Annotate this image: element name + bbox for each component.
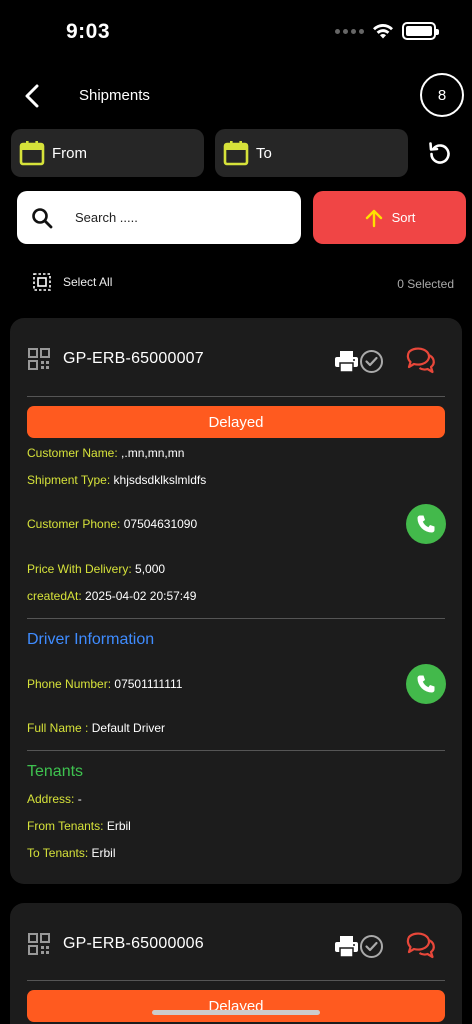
back-button[interactable] <box>18 82 46 110</box>
customer-phone-key: Customer Phone: <box>27 517 121 531</box>
created-at-row: createdAt: 2025-04-02 20:57:49 <box>27 589 196 603</box>
shipment-card[interactable]: GP-ERB-65000007 Delayed Customer Name: ,… <box>10 318 462 884</box>
arrow-up-icon <box>365 209 382 227</box>
status-time: 9:03 <box>66 20 111 43</box>
driver-name-key: Full Name : <box>27 721 89 735</box>
driver-phone-key: Phone Number: <box>27 677 112 691</box>
print-icon[interactable] <box>334 349 359 374</box>
search-icon <box>32 207 53 228</box>
divider <box>27 396 445 397</box>
shipment-code: GP-ERB-65000006 <box>63 935 204 952</box>
created-at-key: createdAt: <box>27 589 82 603</box>
to-date-label: To <box>256 144 272 162</box>
cellular-dots-icon <box>335 28 364 34</box>
sort-label: Sort <box>391 210 416 225</box>
status-bar: 9:03 <box>0 0 472 64</box>
phone-icon <box>417 675 435 693</box>
check-circle-icon[interactable] <box>359 349 384 374</box>
select-all-icon <box>33 273 51 291</box>
price-value: 5,000 <box>135 562 166 576</box>
qr-code-icon[interactable] <box>28 933 50 955</box>
from-tenants-row: From Tenants: Erbil <box>27 819 131 833</box>
to-tenants-key: To Tenants: <box>27 846 89 860</box>
shipment-actions <box>334 347 436 375</box>
from-tenants-key: From Tenants: <box>27 819 104 833</box>
call-customer-button[interactable] <box>406 504 446 544</box>
phone-icon <box>417 515 435 533</box>
nav-bar: Shipments 8 <box>0 70 472 124</box>
status-badge: Delayed <box>27 406 445 438</box>
shipment-code: GP-ERB-65000007 <box>63 350 204 367</box>
from-tenants-value: Erbil <box>106 819 131 833</box>
select-all-button[interactable]: Select All <box>33 273 112 291</box>
driver-name-row: Full Name : Default Driver <box>27 721 165 735</box>
selected-count: 0 Selected <box>397 277 454 291</box>
address-key: Address: <box>27 792 75 806</box>
shipment-actions <box>334 932 436 960</box>
select-all-label: Select All <box>63 275 113 289</box>
driver-phone-row: Phone Number: 07501111111 <box>27 677 182 691</box>
driver-phone-value: 07501111111 <box>114 677 183 691</box>
shipment-type-value: khjsdsdklkslmldfs <box>113 473 207 487</box>
page-title: Shipments <box>79 87 150 104</box>
search-box[interactable] <box>17 191 301 244</box>
sort-button[interactable]: Sort <box>313 191 466 244</box>
shipment-type-key: Shipment Type: <box>27 473 111 487</box>
price-key: Price With Delivery: <box>27 562 132 576</box>
customer-name-key: Customer Name: <box>27 446 118 460</box>
shipment-card[interactable]: GP-ERB-65000006 Delayed <box>10 903 462 1024</box>
search-input[interactable] <box>75 210 255 225</box>
wifi-icon <box>373 23 393 39</box>
divider <box>27 618 445 619</box>
customer-phone-row: Customer Phone: 07504631090 <box>27 517 197 531</box>
shipment-header: GP-ERB-65000007 <box>28 348 204 370</box>
refresh-icon <box>429 142 450 164</box>
divider <box>27 750 445 751</box>
from-date-label: From <box>52 144 87 162</box>
print-icon[interactable] <box>334 934 359 959</box>
to-date-button[interactable]: To <box>215 129 408 177</box>
to-tenants-value: Erbil <box>91 846 116 860</box>
refresh-button[interactable] <box>424 137 456 169</box>
customer-phone-value: 07504631090 <box>123 517 198 531</box>
address-value: - <box>77 792 82 806</box>
price-row: Price With Delivery: 5,000 <box>27 562 165 576</box>
qr-code-icon[interactable] <box>28 348 50 370</box>
to-tenants-row: To Tenants: Erbil <box>27 846 116 860</box>
customer-name-value: ,.mn,mn,mn <box>121 446 185 460</box>
tenants-section-title: Tenants <box>27 763 84 780</box>
status-badge: Delayed <box>27 990 445 1022</box>
calendar-icon <box>19 141 45 166</box>
divider <box>27 980 445 981</box>
selection-row: Select All 0 Selected <box>0 271 472 295</box>
shipment-count-badge[interactable]: 8 <box>420 73 464 117</box>
home-indicator[interactable] <box>152 1010 320 1015</box>
call-driver-button[interactable] <box>406 664 446 704</box>
driver-name-value: Default Driver <box>91 721 166 735</box>
chevron-left-icon <box>25 84 39 108</box>
address-row: Address: - <box>27 792 82 806</box>
shipment-type-row: Shipment Type: khjsdsdklkslmldfs <box>27 473 206 487</box>
status-icons <box>335 22 439 40</box>
check-circle-icon[interactable] <box>359 934 384 959</box>
shipment-header: GP-ERB-65000006 <box>28 933 204 955</box>
chat-icon[interactable] <box>406 347 436 375</box>
battery-icon <box>402 22 439 40</box>
customer-name-row: Customer Name: ,.mn,mn,mn <box>27 446 184 460</box>
created-at-value: 2025-04-02 20:57:49 <box>85 589 197 603</box>
from-date-button[interactable]: From <box>11 129 204 177</box>
calendar-icon <box>223 141 249 166</box>
chat-icon[interactable] <box>406 932 436 960</box>
driver-section-title: Driver Information <box>27 631 155 648</box>
